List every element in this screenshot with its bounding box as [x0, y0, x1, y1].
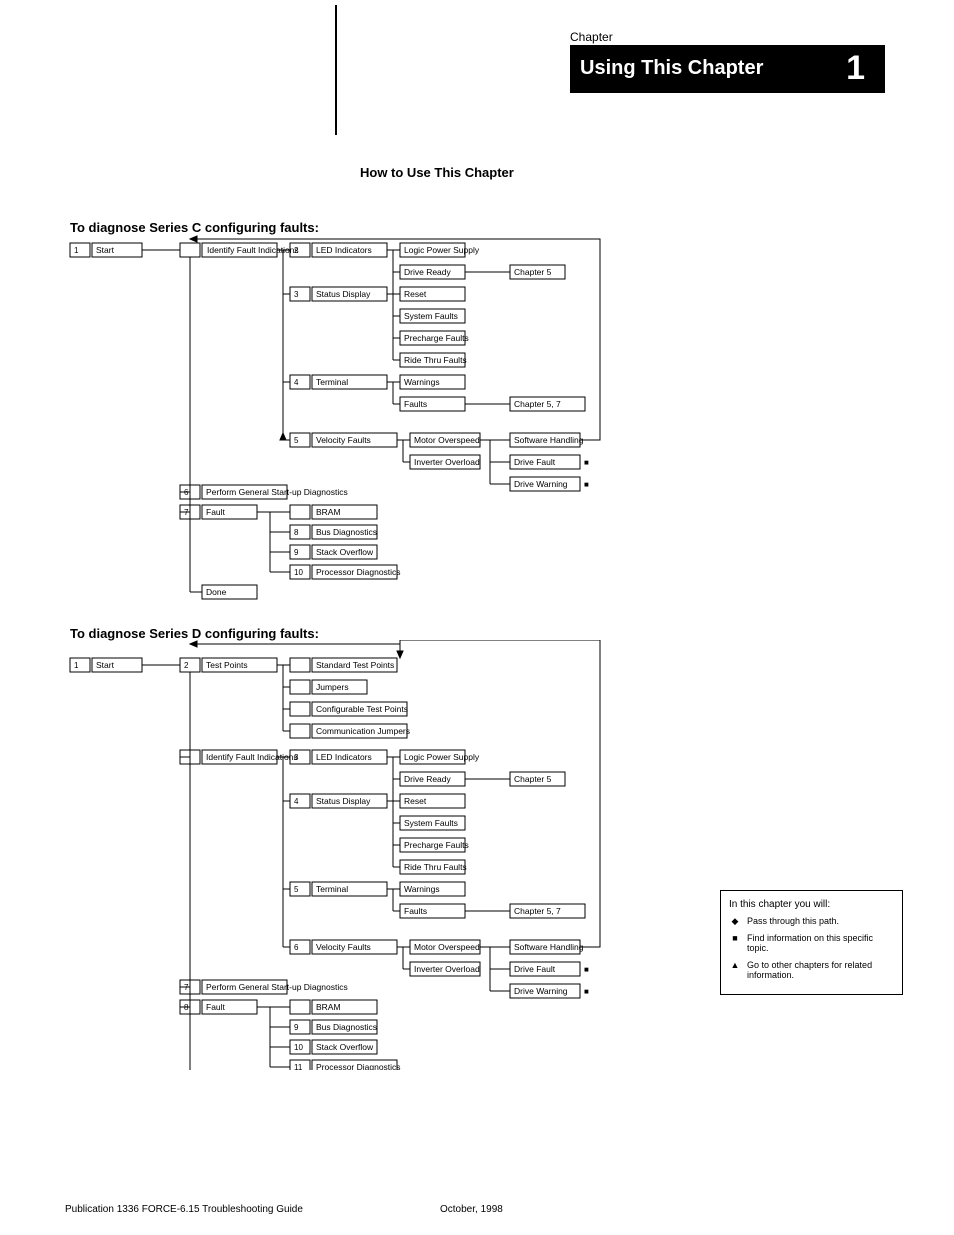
page: Chapter Using This Chapter 1 How to Use … [0, 0, 954, 1235]
footer-page-number: 1-1 [0, 0, 889, 1215]
